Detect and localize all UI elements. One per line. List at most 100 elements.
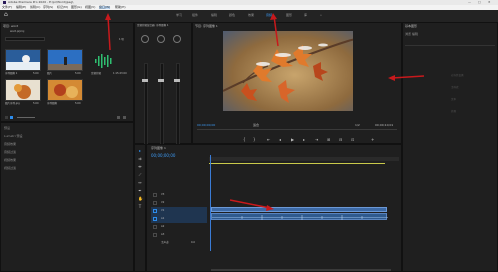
workspace-bar: ⌂ 学习 组件 编辑 颜色 效果 音频 图形 库 » bbox=[0, 10, 498, 22]
effects-presets[interactable]: 预设 bbox=[4, 127, 10, 130]
thumbnail-4-duration: 5:00 bbox=[75, 102, 81, 105]
ripple-edit-icon[interactable]: ⇹ bbox=[138, 165, 142, 169]
type-tool-icon[interactable]: T bbox=[138, 205, 142, 209]
project-file: word.prproj bbox=[10, 30, 25, 33]
extract-icon[interactable]: ⊟ bbox=[339, 138, 342, 142]
track-a3-label: A3 bbox=[161, 233, 165, 236]
menu-edit[interactable]: 编辑(E) bbox=[16, 6, 26, 9]
tools-panel: ▸ ⇉ ⇹ ⟋ ↔ ✒ ✋ T bbox=[134, 144, 146, 272]
effects-lumetri[interactable]: Lumetri 预设 bbox=[4, 135, 23, 138]
vu-meter-1 bbox=[144, 63, 148, 151]
annotation-arrow-window bbox=[105, 13, 111, 51]
vu-meter-2 bbox=[160, 63, 164, 151]
icon-view-icon[interactable] bbox=[10, 116, 13, 119]
menu-view[interactable]: 视图(V) bbox=[85, 6, 95, 9]
project-toolbar bbox=[5, 116, 131, 120]
thumbnail-1-duration: 5:00 bbox=[33, 72, 39, 75]
go-to-in-icon[interactable]: ⇤ bbox=[267, 138, 270, 142]
program-title: 节目: 序列图像 1 bbox=[195, 24, 218, 28]
workspace-learn[interactable]: 学习 bbox=[176, 14, 182, 17]
workspace-editing[interactable]: 编辑 bbox=[211, 14, 217, 17]
razor-tool-icon[interactable]: ⟋ bbox=[138, 173, 142, 177]
effects-video[interactable]: 视频效果 bbox=[4, 159, 16, 162]
slip-tool-icon[interactable]: ↔ bbox=[138, 181, 142, 185]
menu-sequence[interactable]: 序列(S) bbox=[43, 6, 53, 9]
track-header-v3: V3 bbox=[151, 191, 207, 199]
mark-out-icon[interactable]: } bbox=[253, 138, 256, 142]
menu-marker[interactable]: 标记(M) bbox=[57, 6, 68, 9]
track-header-v2: V2 bbox=[151, 199, 207, 207]
fader-3[interactable] bbox=[174, 79, 180, 82]
menu-help[interactable]: 帮助(H) bbox=[115, 6, 126, 9]
maximize-button[interactable]: □ bbox=[478, 1, 481, 4]
effects-video-transitions[interactable]: 视频过渡 bbox=[4, 167, 16, 170]
toggle-lock-icon[interactable] bbox=[153, 217, 157, 221]
fit-dropdown[interactable]: 适合 bbox=[253, 124, 259, 127]
program-scrubber[interactable] bbox=[197, 129, 397, 130]
export-frame-icon[interactable]: ⊡ bbox=[351, 138, 354, 142]
track-a1-label: A1 bbox=[161, 217, 165, 220]
track-header-a1[interactable]: A1 bbox=[151, 215, 207, 223]
toggle-lock-icon[interactable] bbox=[153, 201, 157, 205]
time-ruler[interactable] bbox=[209, 157, 399, 161]
play-icon[interactable]: ▶ bbox=[291, 138, 294, 142]
menu-window[interactable]: 窗口(W) bbox=[99, 6, 111, 9]
master-label: 主声道 bbox=[161, 241, 169, 244]
track-header-v1[interactable]: V1 bbox=[151, 207, 207, 215]
minimize-button[interactable]: — bbox=[468, 1, 471, 4]
thumbnail-2-duration: 5:00 bbox=[75, 72, 81, 75]
track-select-icon[interactable]: ⇉ bbox=[138, 157, 142, 161]
effects-audio-transitions[interactable]: 音频过渡 bbox=[4, 151, 16, 154]
toggle-lock-icon[interactable] bbox=[153, 225, 157, 229]
program-duration: 00;00;10;01 bbox=[375, 123, 394, 127]
menu-graphics[interactable]: 图形(G) bbox=[71, 6, 82, 9]
menu-clip[interactable]: 剪辑(C) bbox=[30, 6, 40, 9]
audio-waveform-icon[interactable] bbox=[93, 51, 115, 71]
new-item-icon[interactable] bbox=[117, 116, 120, 119]
toggle-lock-icon[interactable] bbox=[153, 193, 157, 197]
close-button[interactable]: ✕ bbox=[488, 1, 491, 4]
pan-knob-3[interactable] bbox=[173, 35, 181, 43]
hand-tool-icon[interactable]: ✋ bbox=[138, 197, 143, 201]
mark-in-icon[interactable]: { bbox=[243, 138, 246, 142]
workspace-assembly[interactable]: 组件 bbox=[192, 14, 198, 17]
go-to-out-icon[interactable]: ⇥ bbox=[315, 138, 318, 142]
align-label: 对齐并变换 bbox=[451, 74, 464, 77]
workspace-effects[interactable]: 效果 bbox=[248, 14, 254, 17]
list-view-icon[interactable] bbox=[5, 116, 8, 119]
step-back-icon[interactable]: ◂ bbox=[279, 138, 281, 142]
pan-knob-2[interactable] bbox=[157, 35, 165, 43]
pen-tool-icon[interactable]: ✒ bbox=[138, 189, 142, 193]
lift-icon[interactable]: ⊞ bbox=[327, 138, 330, 142]
menu-file[interactable]: 文件(F) bbox=[2, 6, 12, 9]
trash-icon[interactable] bbox=[123, 116, 126, 119]
workspace-color[interactable]: 颜色 bbox=[229, 14, 235, 17]
zoom-slider[interactable] bbox=[17, 117, 35, 118]
selection-tool-icon[interactable]: ▸ bbox=[138, 149, 142, 153]
program-monitor: 节目: 序列图像 1 00;00;00;00 适合 1/2 00;00;10;0… bbox=[192, 22, 402, 144]
fader-1[interactable] bbox=[142, 79, 148, 82]
effects-audio[interactable]: 音频效果 bbox=[4, 143, 16, 146]
search-input[interactable] bbox=[5, 37, 45, 41]
toggle-lock-icon[interactable] bbox=[153, 233, 157, 237]
thumbnail-3-duration: 5:00 bbox=[33, 102, 39, 105]
timeline-scrollbar[interactable] bbox=[211, 269, 391, 271]
workspace-libraries[interactable]: 库 bbox=[304, 14, 307, 17]
thumbnail-3[interactable] bbox=[5, 79, 41, 101]
fader-2[interactable] bbox=[158, 79, 164, 82]
thumbnail-2[interactable] bbox=[47, 49, 83, 71]
playhead[interactable] bbox=[210, 155, 211, 251]
toggle-lock-icon[interactable] bbox=[153, 209, 157, 213]
settings-icon[interactable]: + bbox=[371, 138, 374, 142]
project-title: 项目: word bbox=[3, 24, 19, 28]
work-area-bar[interactable] bbox=[209, 163, 385, 164]
audio-clip-duration: 1:15:23:00 bbox=[113, 72, 127, 75]
resolution-dropdown[interactable]: 1/2 bbox=[355, 124, 360, 127]
step-forward-icon[interactable]: ▸ bbox=[303, 138, 305, 142]
workspace-more[interactable]: » bbox=[320, 14, 322, 17]
pan-knob-1[interactable] bbox=[141, 35, 149, 43]
master-track-header: 主声道 0.0 bbox=[151, 239, 207, 247]
thumbnail-1[interactable] bbox=[5, 49, 41, 71]
home-icon[interactable]: ⌂ bbox=[4, 12, 8, 18]
thumbnail-4[interactable] bbox=[47, 79, 83, 101]
